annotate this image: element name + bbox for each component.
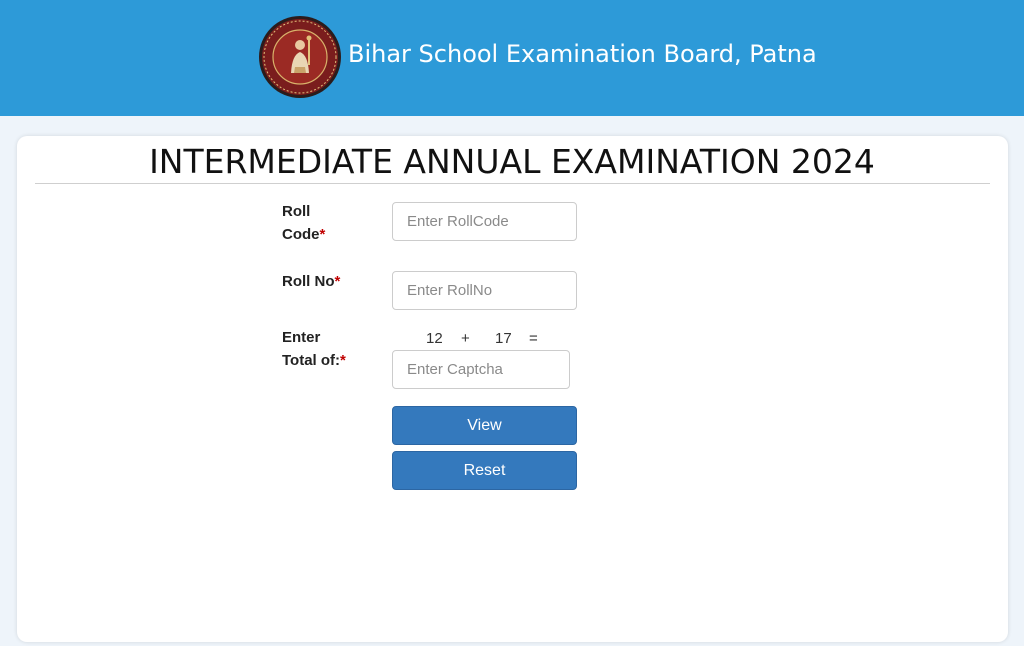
required-mark: * — [334, 273, 341, 290]
captcha-operand-b: 17 — [495, 330, 512, 347]
roll-code-label: Roll Code* — [282, 203, 326, 243]
roll-no-label: Roll No* — [282, 273, 341, 290]
view-button[interactable]: View — [392, 406, 577, 445]
bseb-seal-icon — [259, 16, 341, 98]
captcha-equals: = — [529, 330, 538, 347]
captcha-label: Enter Total of:* — [282, 329, 346, 369]
roll-code-input[interactable] — [392, 202, 577, 241]
captcha-operator: + — [461, 330, 470, 347]
result-form-card: INTERMEDIATE ANNUAL EXAMINATION 2024 Rol… — [17, 136, 1008, 642]
title-divider — [35, 183, 990, 184]
site-header: Bihar School Examination Board, Patna — [0, 0, 1024, 116]
captcha-input[interactable] — [392, 350, 570, 389]
board-name: Bihar School Examination Board, Patna — [348, 40, 817, 68]
exam-title: INTERMEDIATE ANNUAL EXAMINATION 2024 — [149, 142, 875, 181]
captcha-operand-a: 12 — [426, 330, 443, 347]
roll-no-input[interactable] — [392, 271, 577, 310]
reset-button[interactable]: Reset — [392, 451, 577, 490]
required-mark: * — [340, 352, 346, 369]
required-mark: * — [319, 226, 326, 243]
